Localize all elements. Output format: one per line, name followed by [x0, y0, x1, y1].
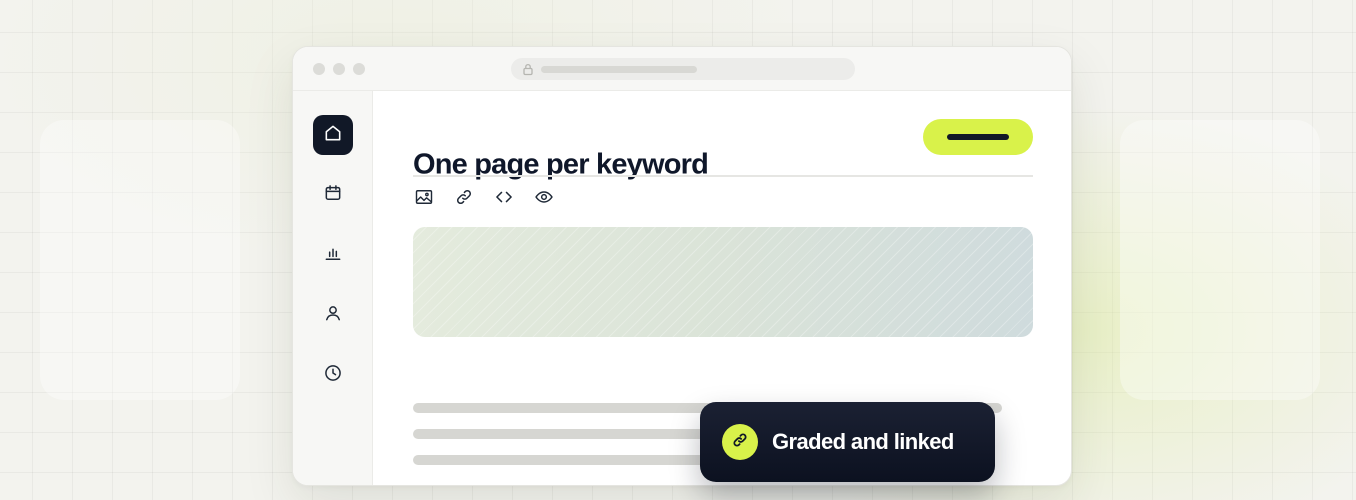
window-close-dot[interactable]	[313, 63, 325, 75]
sidebar-item-profile[interactable]	[313, 295, 353, 335]
bar-chart-icon	[323, 243, 343, 268]
code-icon	[494, 187, 514, 212]
toast-label: Graded and linked	[772, 429, 954, 454]
home-icon	[323, 123, 343, 148]
button-label-placeholder	[947, 134, 1009, 140]
sidebar	[293, 91, 373, 485]
link-icon	[454, 187, 474, 212]
sidebar-item-calendar[interactable]	[313, 175, 353, 215]
window-maximize-dot[interactable]	[353, 63, 365, 75]
toast-icon-badge	[722, 424, 758, 460]
title-bar	[293, 47, 1071, 91]
insert-link-button[interactable]	[452, 187, 476, 211]
primary-action-button[interactable]	[923, 119, 1033, 155]
address-bar[interactable]	[511, 58, 855, 80]
link-icon	[731, 431, 749, 454]
sidebar-item-analytics[interactable]	[313, 235, 353, 275]
hero-image-placeholder	[413, 227, 1033, 337]
url-placeholder-line	[541, 66, 697, 73]
insert-code-button[interactable]	[492, 187, 516, 211]
calendar-icon	[323, 183, 343, 208]
preview-button[interactable]	[532, 187, 556, 211]
window-minimize-dot[interactable]	[333, 63, 345, 75]
image-icon	[414, 187, 434, 212]
user-icon	[323, 303, 343, 328]
background-card-right	[1120, 120, 1320, 400]
clock-icon	[323, 363, 343, 388]
lock-icon	[521, 62, 535, 76]
sidebar-item-history[interactable]	[313, 355, 353, 395]
status-toast: Graded and linked	[700, 402, 995, 482]
divider	[413, 175, 1033, 177]
eye-icon	[534, 187, 554, 212]
insert-image-button[interactable]	[412, 187, 436, 211]
background-card-left	[40, 120, 240, 400]
sidebar-item-home[interactable]	[313, 115, 353, 155]
text-line-placeholder	[413, 455, 713, 465]
